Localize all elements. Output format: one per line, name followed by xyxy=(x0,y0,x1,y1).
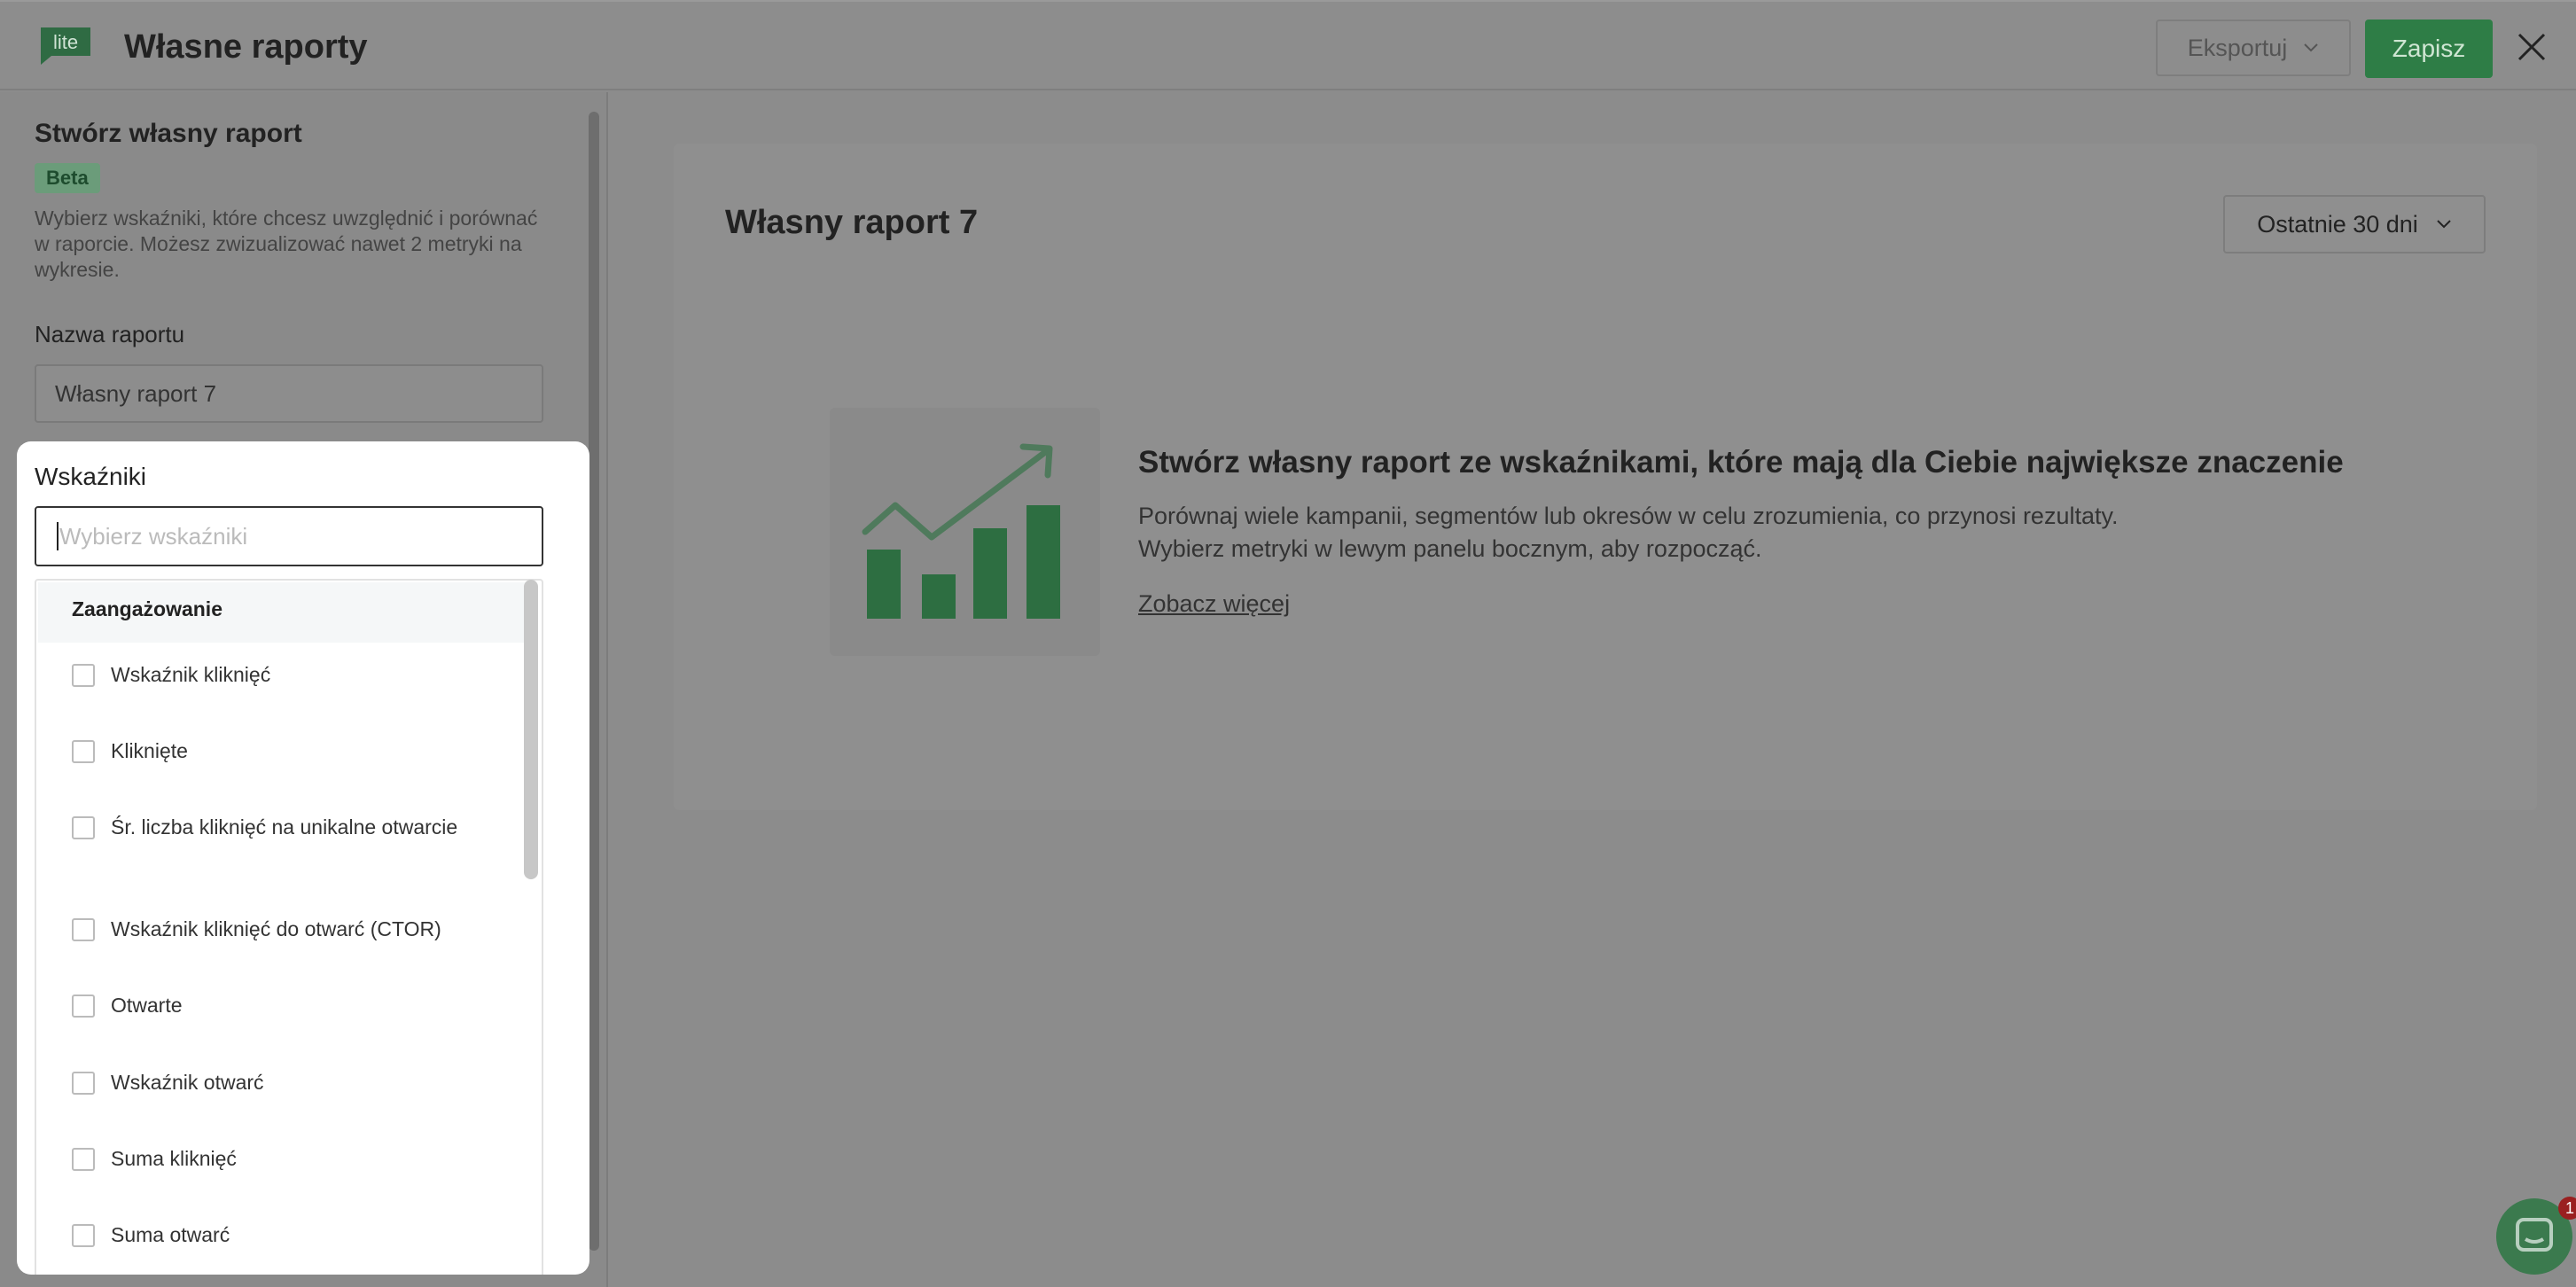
metric-option-label: Wskaźnik otwarć xyxy=(111,1071,264,1094)
close-icon[interactable] xyxy=(2516,31,2548,63)
empty-state-line-2: Wybierz metryki w lewym panelu bocznym, … xyxy=(1138,535,1762,562)
export-dropdown-button[interactable]: Eksportuj xyxy=(2156,20,2351,76)
page-title: Własne raporty xyxy=(124,28,368,66)
empty-state-heading: Stwórz własny raport ze wskaźnikami, któ… xyxy=(1138,445,2344,480)
empty-state-illustration xyxy=(830,408,1100,656)
checkbox[interactable] xyxy=(72,816,95,839)
checkbox[interactable] xyxy=(72,740,95,763)
metrics-label: Wskaźniki xyxy=(35,463,147,490)
metric-option-label: Suma otwarć xyxy=(111,1223,230,1246)
metric-option-label: Suma kliknięć xyxy=(111,1147,237,1170)
empty-state-description: Porównaj wiele kampanii, segmentów lub o… xyxy=(1138,500,2202,566)
metric-option-label: Śr. liczba kliknięć na unikalne otwarcie xyxy=(111,815,458,838)
date-range-label: Ostatnie 30 dni xyxy=(2257,210,2418,238)
notification-badge: 1 xyxy=(2558,1197,2576,1220)
sidebar-title: Stwórz własny raport xyxy=(35,119,302,148)
date-range-dropdown[interactable]: Ostatnie 30 dni xyxy=(2223,195,2486,254)
report-name-label: Nazwa raportu xyxy=(35,321,185,347)
checkbox[interactable] xyxy=(72,1224,95,1247)
metric-option-label: Kliknięte xyxy=(111,739,188,762)
report-name-input[interactable]: Własny raport 7 xyxy=(35,364,543,423)
chevron-down-icon xyxy=(2437,220,2451,229)
metrics-search-input[interactable]: Wybierz wskaźniki xyxy=(35,506,543,566)
chevron-down-icon xyxy=(2304,43,2318,52)
save-button[interactable]: Zapisz xyxy=(2365,20,2493,78)
text-cursor xyxy=(57,522,59,550)
checkbox[interactable] xyxy=(72,1148,95,1171)
metric-option-label: Wskaźnik kliknięć do otwarć (CTOR) xyxy=(111,917,441,940)
metric-option-label: Wskaźnik kliknięć xyxy=(111,663,271,686)
options-scrollbar[interactable] xyxy=(524,580,538,879)
group-label-engagement: Zaangażowanie xyxy=(72,597,222,620)
checkbox[interactable] xyxy=(72,664,95,687)
export-label: Eksportuj xyxy=(2187,34,2288,61)
logo-text: lite xyxy=(53,31,78,53)
checkbox[interactable] xyxy=(72,918,95,941)
growth-chart-icon xyxy=(862,443,1060,619)
sidebar-description: Wybierz wskaźniki, które chcesz uwzględn… xyxy=(35,207,538,281)
checkbox[interactable] xyxy=(72,994,95,1018)
top-bar: lite Własne raporty Eksportuj Zapisz xyxy=(0,0,2576,90)
app-logo: lite xyxy=(41,27,90,65)
checkbox[interactable] xyxy=(72,1072,95,1095)
metric-option-label: Otwarte xyxy=(111,994,183,1017)
metrics-panel: Wskaźniki Wybierz wskaźniki Zaangażowani… xyxy=(17,441,589,1275)
sidebar-scrollbar[interactable] xyxy=(589,112,599,1251)
report-title: Własny raport 7 xyxy=(725,204,979,241)
beta-badge: Beta xyxy=(35,163,100,193)
empty-state-line-1: Porównaj wiele kampanii, segmentów lub o… xyxy=(1138,503,2119,529)
see-more-link[interactable]: Zobacz więcej xyxy=(1138,590,1290,618)
